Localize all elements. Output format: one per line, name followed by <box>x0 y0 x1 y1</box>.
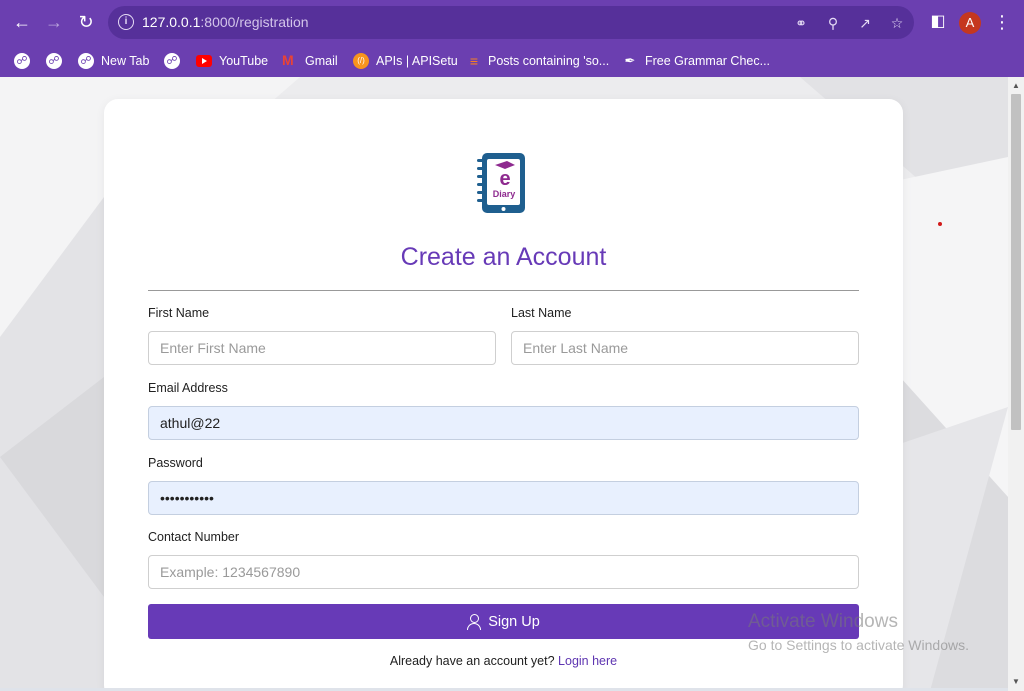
bookmark-star-icon[interactable]: ☆ <box>888 14 906 32</box>
page-title: Create an Account <box>400 243 607 271</box>
scroll-down-icon[interactable]: ▼ <box>1011 678 1021 686</box>
bookmark-label: Posts containing 'so... <box>488 54 610 68</box>
bookmarks-bar: ☍ ☍ ☍ New Tab ☍ YouTube Gmail (/) APIs | A… <box>0 44 1024 77</box>
globe-icon: ☍ <box>78 53 94 69</box>
password-label: Password <box>148 456 203 470</box>
contact-label: Contact Number <box>148 530 240 544</box>
bookmark-gmail[interactable]: Gmail <box>282 51 338 71</box>
last-name-label: Last Name <box>511 306 572 320</box>
globe-icon: ☍ <box>164 53 180 69</box>
forward-arrow-icon[interactable]: → <box>42 10 66 34</box>
email-field[interactable] <box>148 406 859 440</box>
globe-icon: ☍ <box>46 53 62 69</box>
side-panel-icon[interactable]: ◧ <box>927 11 949 33</box>
url-text: 127.0.0.1:8000/registration <box>142 14 309 30</box>
bookmark-label: APIs | APISetu <box>376 54 458 68</box>
key-icon[interactable]: ⚭ <box>792 14 810 32</box>
browser-toolbar: ← → ↻ i 127.0.0.1:8000/registration ⚭ ⚲ … <box>0 0 1024 44</box>
reload-icon[interactable]: ↻ <box>74 10 98 34</box>
title-divider <box>148 290 859 291</box>
gmail-icon <box>282 52 298 68</box>
globe-icon: ☍ <box>14 53 30 69</box>
back-arrow-icon[interactable]: ← <box>10 10 34 34</box>
activate-windows-title: Activate Windows <box>748 611 898 632</box>
url-host: 127.0.0.1 <box>142 14 201 30</box>
stackoverflow-icon: ≡ <box>469 53 479 69</box>
user-icon <box>467 613 482 630</box>
logo-letter: e <box>499 168 510 190</box>
profile-avatar[interactable]: A <box>959 12 981 34</box>
url-path: :8000/registration <box>200 14 309 30</box>
red-dot <box>938 222 942 226</box>
login-link[interactable]: Login here <box>558 654 617 668</box>
login-prompt: Already have an account yet? Login here <box>104 654 903 668</box>
bookmark-item[interactable]: ☍ <box>46 51 62 71</box>
quill-icon: ✒ <box>624 53 636 68</box>
zoom-icon[interactable]: ⚲ <box>824 14 842 32</box>
apisetu-icon: (/) <box>353 53 369 69</box>
password-field[interactable] <box>148 481 859 515</box>
site-info-icon[interactable]: i <box>118 14 134 30</box>
share-icon[interactable]: ↗ <box>856 14 874 32</box>
contact-number-field[interactable] <box>148 555 859 589</box>
bookmark-item[interactable]: ☍ <box>14 51 30 71</box>
sign-up-label: Sign Up <box>488 613 540 630</box>
bookmark-new-tab[interactable]: ☍ New Tab <box>78 51 149 71</box>
scroll-up-icon[interactable]: ▲ <box>1011 82 1021 90</box>
email-label: Email Address <box>148 381 228 395</box>
browser-chrome: ← → ↻ i 127.0.0.1:8000/registration ⚭ ⚲ … <box>0 0 1024 77</box>
last-name-field[interactable] <box>511 331 859 365</box>
bookmark-label: YouTube <box>219 54 269 68</box>
bookmark-label: Free Grammar Chec... <box>645 54 771 68</box>
address-bar[interactable]: i 127.0.0.1:8000/registration ⚭ ⚲ ↗ ☆ <box>108 6 914 39</box>
scrollbar-thumb[interactable] <box>1011 94 1021 430</box>
bookmark-item[interactable]: ☍ <box>164 51 180 71</box>
login-prompt-text: Already have an account yet? <box>389 654 555 668</box>
kebab-menu-icon[interactable]: ⋮ <box>992 11 1012 33</box>
bookmark-label: New Tab <box>101 54 150 68</box>
bookmark-grammar[interactable]: ✒ Free Grammar Chec... <box>622 51 770 71</box>
youtube-icon <box>196 55 212 67</box>
ediary-logo: e Diary <box>477 153 525 213</box>
activate-windows-subtitle: Go to Settings to activate Windows. <box>748 637 969 653</box>
logo-text: Diary <box>493 189 516 199</box>
bookmark-stackoverflow[interactable]: ≡ Posts containing 'so... <box>467 51 609 71</box>
bookmark-apisetu[interactable]: (/) APIs | APISetu <box>353 51 458 71</box>
bookmark-label: Gmail <box>305 54 338 68</box>
bookmark-youtube[interactable]: YouTube <box>196 51 268 71</box>
first-name-field[interactable] <box>148 331 496 365</box>
first-name-label: First Name <box>148 306 210 320</box>
